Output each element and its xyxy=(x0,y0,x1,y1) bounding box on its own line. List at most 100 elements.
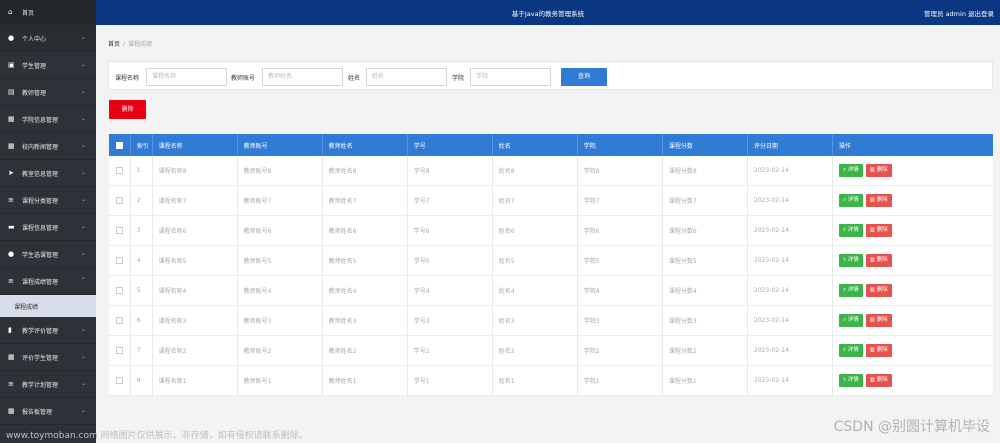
detail-button[interactable]: ⌕ 详情 xyxy=(838,194,863,207)
table-cell: 教师账号2 xyxy=(238,336,323,365)
delete-row-button[interactable]: ▥ 删除 xyxy=(865,194,892,207)
col-header: 课程分数 xyxy=(663,134,748,156)
delete-button-label: 删除 xyxy=(876,287,888,293)
college-input[interactable]: 学院 xyxy=(470,68,551,86)
table-cell: 姓名8 xyxy=(493,156,578,185)
chevron-up-icon: ⌃ xyxy=(80,277,86,284)
delete-row-button[interactable]: ▥ 删除 xyxy=(865,164,892,177)
table-cell: 学院7 xyxy=(578,186,663,215)
col-header: 教师账号 xyxy=(238,134,323,156)
table-row: 1 课程名称8 教师账号8 教师姓名8 学号8 姓名8 学院8 课程分数8 2023-02-14… xyxy=(109,156,993,186)
batch-delete-button[interactable]: 删除 xyxy=(109,100,146,119)
table-cell: 教师姓名4 xyxy=(323,276,408,305)
table-cell: 2023-02-14 xyxy=(748,216,833,245)
sidebar-item[interactable]: ● 个人中心 ⌄ xyxy=(0,25,96,52)
sidebar-item[interactable]: ▦ 校内新闻管理 ⌄ xyxy=(0,133,96,160)
user-logout-link[interactable]: 管理员 admin 退出登录 xyxy=(924,8,994,18)
table-cell: 教师账号8 xyxy=(238,156,323,185)
chevron-down-icon: ⌄ xyxy=(80,115,86,122)
table-cell: 学院6 xyxy=(578,216,663,245)
sidebar-item[interactable]: ≡ 课程成绩管理 ⌃ xyxy=(0,268,96,295)
row-checkbox[interactable] xyxy=(115,347,123,354)
chevron-down-icon: ⌄ xyxy=(80,223,86,230)
delete-button-label: 删除 xyxy=(876,167,888,173)
table-cell: 5 xyxy=(131,276,153,305)
sidebar-item[interactable]: ▤ 教师管理 ⌄ xyxy=(0,79,96,106)
search-icon: ⌕ xyxy=(842,197,847,203)
sidebar-item[interactable]: ≡ 教学计划管理 ⌄ xyxy=(0,371,96,398)
sidebar-item[interactable]: ▣ 学生管理 ⌄ xyxy=(0,52,96,79)
chevron-down-icon: ⌄ xyxy=(80,353,86,360)
table-cell: 学院5 xyxy=(578,246,663,275)
sidebar-item[interactable]: ● 学生选课管理 ⌄ xyxy=(0,241,96,268)
row-checkbox-cell xyxy=(109,366,131,395)
table-cell: 学号3 xyxy=(408,306,493,335)
detail-button-label: 详情 xyxy=(847,377,859,383)
delete-row-button[interactable]: ▥ 删除 xyxy=(865,374,892,387)
select-all-checkbox[interactable] xyxy=(115,141,123,149)
sidebar: ⌂ 首页 ● 个人中心 ⌄ ▣ 学生管理 ⌄ ▤ 教师管理 ⌄ ▦ 学院信息管理 ⌄ ▦ 校内新闻管理 ⌄ ➤… xyxy=(0,0,96,443)
sidebar-subitem-course-grade[interactable]: 课程成绩 xyxy=(0,295,96,317)
table-cell: 姓名4 xyxy=(493,276,578,305)
detail-button[interactable]: ⌕ 详情 xyxy=(838,224,863,237)
table-cell: 课程分数6 xyxy=(663,216,748,245)
sidebar-item[interactable]: ▬ 课程信息管理 ⌄ xyxy=(0,214,96,241)
sidebar-item-label: 评价学生管理 xyxy=(22,354,59,362)
course-name-input[interactable]: 课程名称 xyxy=(146,68,227,86)
delete-row-button[interactable]: ▥ 删除 xyxy=(865,224,892,237)
sidebar-item[interactable]: ▮ 教学评价管理 ⌄ xyxy=(0,317,96,344)
watermark-left: www.toymoban.com 网络图片仅供展示，非存储，如有侵权请联系删除。 xyxy=(6,431,308,441)
actions-cell: ⌕ 详情 ▥ 删除 xyxy=(833,186,993,215)
table-cell: 课程名称8 xyxy=(153,156,238,185)
detail-button[interactable]: ⌕ 详情 xyxy=(838,164,863,177)
delete-row-button[interactable]: ▥ 删除 xyxy=(865,284,892,297)
search-icon: ⌕ xyxy=(842,257,847,263)
row-checkbox[interactable] xyxy=(115,317,123,324)
row-checkbox[interactable] xyxy=(115,377,123,384)
delete-row-button[interactable]: ▥ 删除 xyxy=(865,344,892,357)
delete-row-button[interactable]: ▥ 删除 xyxy=(865,254,892,267)
sidebar-item-label: 课程成绩管理 xyxy=(22,278,59,286)
detail-button[interactable]: ⌕ 详情 xyxy=(838,344,863,357)
chevron-down-icon: ⌄ xyxy=(80,407,86,414)
table-header: 索引 课程名称 教师账号 教师姓名 学号 姓名 学院 课程分数 评分日期 操作 xyxy=(109,134,993,156)
table-cell: 姓名5 xyxy=(493,246,578,275)
trash-icon: ▥ xyxy=(869,287,875,293)
sidebar-item[interactable]: ➤ 教室信息管理 ⌄ xyxy=(0,160,96,187)
table-row: 5 课程名称4 教师账号4 教师姓名4 学号4 姓名4 学院4 课程分数4 2023-02-14… xyxy=(109,276,993,306)
sidebar-item[interactable]: ▦ 报告板管理 ⌄ xyxy=(0,398,96,425)
sidebar-item[interactable]: ▦ 学院信息管理 ⌄ xyxy=(0,106,96,133)
student-name-input[interactable]: 姓名 xyxy=(366,68,447,86)
teacher-name-input[interactable]: 教师姓名 xyxy=(262,68,343,86)
table-cell: 教师姓名6 xyxy=(323,216,408,245)
table-cell: 2023-02-14 xyxy=(748,306,833,335)
sidebar-item[interactable]: ≡ 课程分类管理 ⌄ xyxy=(0,187,96,214)
sidebar-item[interactable]: ▦ 评价学生管理 ⌄ xyxy=(0,344,96,371)
row-checkbox[interactable] xyxy=(115,227,123,234)
sidebar-item-label: 学生管理 xyxy=(22,62,47,70)
table-cell: 课程分数5 xyxy=(663,246,748,275)
detail-button[interactable]: ⌕ 详情 xyxy=(838,284,863,297)
table-cell: 课程名称1 xyxy=(153,366,238,395)
breadcrumb-home[interactable]: 首页 xyxy=(108,41,120,48)
row-checkbox[interactable] xyxy=(115,167,123,174)
delete-row-button[interactable]: ▥ 删除 xyxy=(865,314,892,327)
detail-button[interactable]: ⌕ 详情 xyxy=(838,314,863,327)
sidebar-item-label: 教学评价管理 xyxy=(22,327,59,335)
table-cell: 课程名称4 xyxy=(153,276,238,305)
row-checkbox[interactable] xyxy=(115,257,123,264)
trash-icon: ▥ xyxy=(869,197,875,203)
row-checkbox[interactable] xyxy=(115,197,123,204)
table-cell: 课程分数7 xyxy=(663,186,748,215)
breadcrumb-separator: / xyxy=(123,41,126,48)
detail-button[interactable]: ⌕ 详情 xyxy=(838,374,863,387)
detail-button[interactable]: ⌕ 详情 xyxy=(838,254,863,267)
table-cell: 学院3 xyxy=(578,306,663,335)
sidebar-item-label: 教室信息管理 xyxy=(22,170,59,178)
grid-icon: ▦ xyxy=(8,353,15,361)
table-cell: 2023-02-14 xyxy=(748,276,833,305)
table-row: 3 课程名称6 教师账号6 教师姓名6 学号6 姓名6 学院6 课程分数6 2023-02-14… xyxy=(109,216,993,246)
row-checkbox[interactable] xyxy=(115,287,123,294)
sidebar-item-home[interactable]: ⌂ 首页 xyxy=(0,0,96,25)
search-button[interactable]: 查询 xyxy=(561,68,607,86)
